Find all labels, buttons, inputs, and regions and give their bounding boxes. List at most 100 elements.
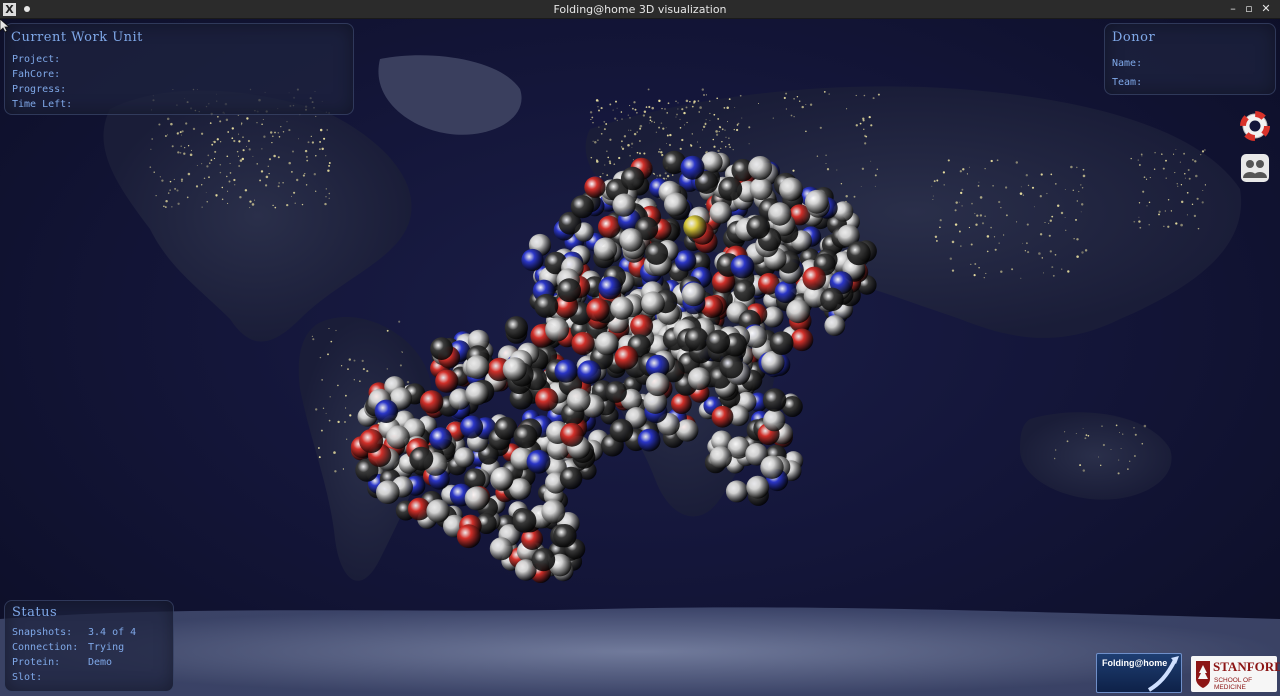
atom (430, 337, 453, 360)
team-row: Team: (1112, 77, 1142, 88)
city-light (951, 269, 955, 272)
city-light (210, 159, 213, 161)
city-light (932, 199, 934, 200)
city-light (322, 407, 325, 409)
city-light (823, 91, 826, 93)
city-light (325, 155, 327, 157)
city-light (312, 338, 315, 341)
city-light (1130, 157, 1132, 160)
city-light (592, 122, 594, 124)
city-light (1146, 205, 1148, 207)
city-light (664, 108, 666, 110)
city-light (1184, 173, 1186, 175)
city-light (1004, 186, 1008, 189)
city-light (932, 195, 934, 197)
city-light (853, 195, 856, 198)
city-light (725, 146, 727, 148)
city-light (681, 138, 684, 142)
city-light (1141, 442, 1144, 445)
city-light (323, 137, 326, 140)
city-light (1179, 161, 1181, 163)
city-light (1046, 192, 1048, 195)
city-light (1011, 268, 1014, 271)
city-light (748, 126, 751, 129)
city-light (170, 122, 173, 126)
city-light (598, 126, 600, 128)
city-light (691, 133, 693, 135)
city-light (728, 98, 731, 100)
city-light (1020, 186, 1022, 188)
stanford-medicine-logo[interactable]: STANFORD SCHOOL OF MEDICINE (1191, 656, 1280, 692)
city-light (1049, 250, 1052, 253)
city-light (796, 95, 799, 98)
minimize-button[interactable]: – (1226, 2, 1240, 16)
lifebuoy-icon[interactable] (1240, 111, 1270, 141)
close-button[interactable]: ✕ (1259, 2, 1273, 16)
city-light (1142, 190, 1145, 193)
city-light (233, 178, 236, 182)
city-light (320, 429, 323, 432)
city-light (201, 163, 203, 165)
city-light (1204, 184, 1206, 186)
city-light (986, 235, 990, 238)
city-light (734, 106, 736, 108)
city-light (1191, 203, 1194, 206)
city-light (933, 180, 936, 183)
visualization-viewport[interactable]: Current Work Unit Project: FahCore: Prog… (0, 19, 1280, 696)
city-light (1019, 192, 1023, 195)
atom (718, 176, 743, 201)
city-light (187, 172, 191, 176)
city-light (1041, 257, 1044, 259)
folding-at-home-logo[interactable]: Folding@home (1096, 653, 1182, 693)
city-light (959, 170, 962, 173)
city-light (247, 139, 250, 143)
city-light (280, 125, 282, 128)
atom (614, 345, 639, 370)
city-light (251, 203, 255, 206)
atom (571, 331, 595, 356)
city-light (961, 188, 964, 191)
city-light (1139, 226, 1142, 229)
maximize-button[interactable]: ▫ (1242, 2, 1256, 16)
city-light (1051, 215, 1054, 218)
city-light (718, 125, 722, 129)
city-light (1048, 234, 1051, 237)
city-light (1061, 268, 1063, 270)
city-light (998, 200, 1001, 204)
atom (746, 215, 770, 239)
city-light (149, 166, 152, 168)
work-unit-panel: Current Work Unit Project: FahCore: Prog… (4, 23, 354, 115)
city-light (983, 277, 985, 279)
city-light (805, 130, 807, 133)
city-light (1075, 218, 1077, 221)
city-light (606, 150, 608, 152)
city-light (1005, 214, 1008, 217)
atom (719, 354, 744, 379)
city-light (652, 172, 655, 175)
city-light (649, 122, 651, 124)
city-light (1097, 456, 1100, 458)
city-light (328, 192, 331, 195)
city-light (1080, 203, 1084, 206)
city-light (1149, 177, 1151, 179)
atom (598, 215, 621, 239)
city-light (217, 116, 219, 118)
city-light (785, 92, 788, 95)
city-light (1076, 166, 1078, 169)
team-icon[interactable] (1240, 153, 1270, 183)
atom (545, 317, 570, 342)
city-light (191, 149, 192, 151)
city-light (256, 163, 258, 165)
city-light (612, 109, 614, 111)
protein-molecule (350, 150, 877, 583)
city-light (273, 154, 276, 158)
city-light (631, 147, 633, 148)
atom (521, 248, 544, 272)
city-light (726, 121, 729, 123)
city-light (973, 274, 976, 277)
atom (802, 266, 827, 291)
atom (359, 429, 384, 453)
city-light (623, 135, 627, 138)
city-light (658, 151, 660, 153)
city-light (304, 173, 306, 175)
